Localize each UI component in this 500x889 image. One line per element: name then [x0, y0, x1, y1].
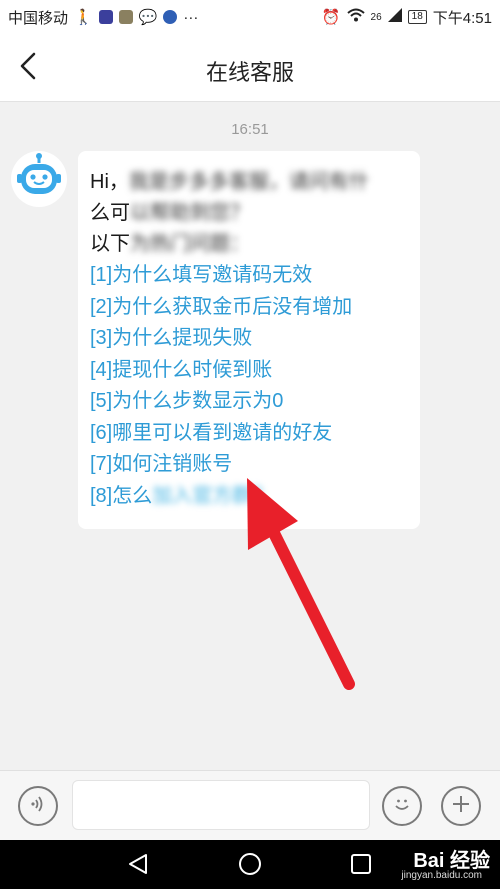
- greeting-line: Hi，我是步多多客服，请问有什: [90, 167, 420, 198]
- greeting-prefix: Hi，: [90, 171, 129, 193]
- greeting-blurred: 我是步多多客服，请问有什: [128, 171, 369, 193]
- faq-link-2[interactable]: [2]为什么获取金币后没有增加: [90, 292, 420, 324]
- app-notification-icon: [98, 10, 113, 24]
- app-notification-icon: [118, 10, 133, 24]
- watermark-url: jingyan.baidu.com: [401, 870, 482, 881]
- line3-blurred: 为热门问题：: [130, 233, 250, 255]
- status-left: 中国移动 🚶 💬 ···: [8, 7, 322, 28]
- time-label: 下午4:51: [432, 9, 492, 27]
- carrier-label: 中国移动: [8, 9, 69, 27]
- watermark-logo: Bai 经验: [413, 850, 490, 872]
- robot-icon: [13, 151, 65, 208]
- line3-prefix: 以下: [90, 233, 130, 255]
- signal-icon: [387, 8, 402, 26]
- circle-home-icon[interactable]: [238, 852, 262, 881]
- app-notification-icon: [163, 10, 178, 24]
- battery-icon: 18: [407, 10, 427, 24]
- line2-blurred: 以帮助到您？: [130, 202, 250, 224]
- walking-icon: 🚶: [74, 9, 93, 26]
- message-timestamp: 16:51: [231, 121, 269, 138]
- message-input[interactable]: [72, 780, 370, 830]
- intro-line: 以下为热门问题：: [90, 229, 420, 260]
- faq-link-1[interactable]: [1]为什么填写邀请码无效: [90, 260, 420, 292]
- triangle-back-icon[interactable]: [126, 852, 150, 881]
- faq-link-5[interactable]: [5]为什么步数显示为0: [90, 386, 420, 418]
- greeting-line-2: 么可以帮助到您？: [90, 198, 420, 229]
- wifi-icon: [346, 8, 365, 26]
- plus-icon: [450, 793, 472, 820]
- page-title: 在线客服: [205, 60, 294, 85]
- status-bar: 中国移动 🚶 💬 ··· ⏰ 26 18 下午4:51: [0, 0, 500, 34]
- plus-button[interactable]: [441, 786, 481, 826]
- faq-link-4[interactable]: [4]提现什么时候到账: [90, 355, 420, 387]
- square-recent-icon[interactable]: [350, 853, 372, 880]
- more-icon: ···: [183, 8, 199, 26]
- faq-link-8-blurred: 加入官方群？: [152, 484, 273, 507]
- voice-icon: [28, 794, 48, 819]
- header-bar: 在线客服: [0, 34, 500, 102]
- faq-link-7[interactable]: [7]如何注销账号: [90, 449, 420, 481]
- alarm-icon: ⏰: [321, 9, 341, 26]
- emoji-button[interactable]: [382, 786, 422, 826]
- input-bar: [0, 770, 500, 840]
- bot-avatar: [11, 151, 67, 207]
- faq-link-6[interactable]: [6]哪里可以看到邀请的好友: [90, 418, 420, 450]
- smile-icon: [391, 793, 413, 820]
- bot-message-bubble: Hi，我是步多多客服，请问有什 么可以帮助到您？ 以下为热门问题： [1]为什么…: [78, 151, 420, 529]
- faq-link-8-prefix: [8]怎么: [90, 484, 153, 507]
- faq-link-8[interactable]: [8]怎么加入官方群？: [90, 481, 420, 513]
- signal-label: 26: [370, 11, 382, 23]
- voice-button[interactable]: [18, 786, 58, 826]
- message-icon: 💬: [138, 9, 158, 26]
- system-nav-bar: Bai 经验 jingyan.baidu.com: [0, 840, 500, 889]
- faq-link-3[interactable]: [3]为什么提现失败: [90, 323, 420, 355]
- line2-prefix: 么可: [90, 202, 130, 224]
- status-right: ⏰ 26 18 下午4:51: [322, 7, 492, 28]
